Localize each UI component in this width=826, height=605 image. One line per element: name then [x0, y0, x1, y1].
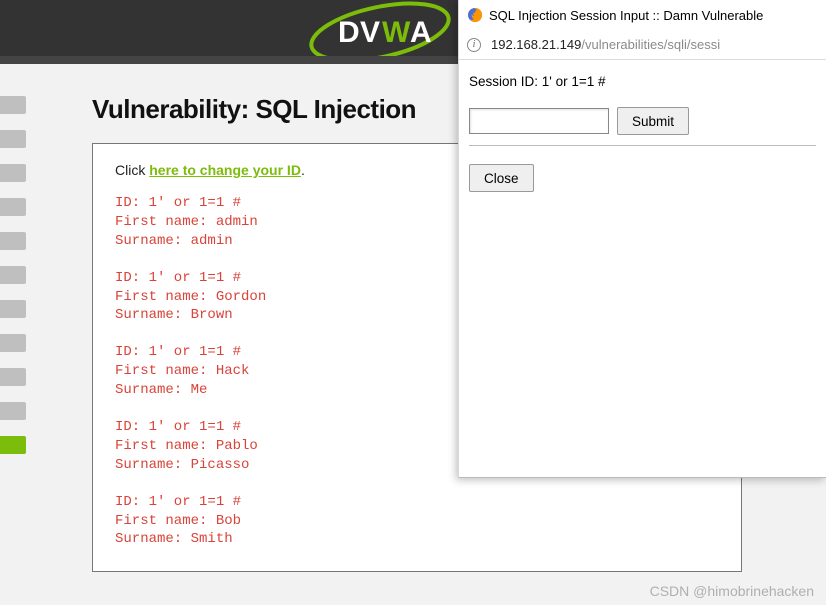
sidebar-item-3[interactable]	[0, 198, 26, 216]
session-id-label: Session ID:	[469, 74, 538, 89]
close-button[interactable]: Close	[469, 164, 534, 192]
sidebar-item-2[interactable]	[0, 164, 26, 182]
dvwa-logo-icon: D V W A	[290, 0, 470, 64]
svg-text:V: V	[360, 16, 380, 49]
popup-titlebar[interactable]: SQL Injection Session Input :: Damn Vuln…	[459, 0, 826, 30]
click-prefix: Click	[115, 162, 149, 178]
sidebar	[0, 96, 26, 470]
popup-address-bar[interactable]: i 192.168.21.149/vulnerabilities/sqli/se…	[459, 30, 826, 60]
session-id-value: 1' or 1=1 #	[542, 74, 606, 89]
divider	[469, 145, 816, 146]
svg-text:A: A	[410, 16, 432, 49]
popup-title: SQL Injection Session Input :: Damn Vuln…	[489, 8, 763, 23]
sidebar-item-9[interactable]	[0, 402, 26, 420]
sidebar-item-1[interactable]	[0, 130, 26, 148]
sidebar-item-10[interactable]	[0, 436, 26, 454]
info-icon[interactable]: i	[467, 38, 481, 52]
sidebar-item-5[interactable]	[0, 266, 26, 284]
submit-button[interactable]: Submit	[617, 107, 689, 135]
click-suffix: .	[301, 162, 305, 178]
record-4: ID: 1' or 1=1 #First name: BobSurname: S…	[115, 493, 719, 550]
popup-body: Session ID: 1' or 1=1 # Submit Close	[459, 60, 826, 206]
session-id-line: Session ID: 1' or 1=1 #	[469, 74, 816, 89]
firefox-icon	[467, 7, 483, 23]
sidebar-item-6[interactable]	[0, 300, 26, 318]
input-row: Submit	[469, 107, 816, 135]
url-host: 192.168.21.149	[491, 37, 581, 52]
sidebar-item-4[interactable]	[0, 232, 26, 250]
url-path: /vulnerabilities/sqli/sessi	[581, 37, 720, 52]
sidebar-item-0[interactable]	[0, 96, 26, 114]
svg-text:W: W	[382, 16, 411, 49]
popup-window: SQL Injection Session Input :: Damn Vuln…	[458, 0, 826, 478]
session-input[interactable]	[469, 108, 609, 134]
change-id-link[interactable]: here to change your ID	[149, 162, 301, 178]
sidebar-item-7[interactable]	[0, 334, 26, 352]
sidebar-item-8[interactable]	[0, 368, 26, 386]
logo: D V W A	[290, 0, 470, 64]
svg-text:D: D	[338, 16, 360, 49]
